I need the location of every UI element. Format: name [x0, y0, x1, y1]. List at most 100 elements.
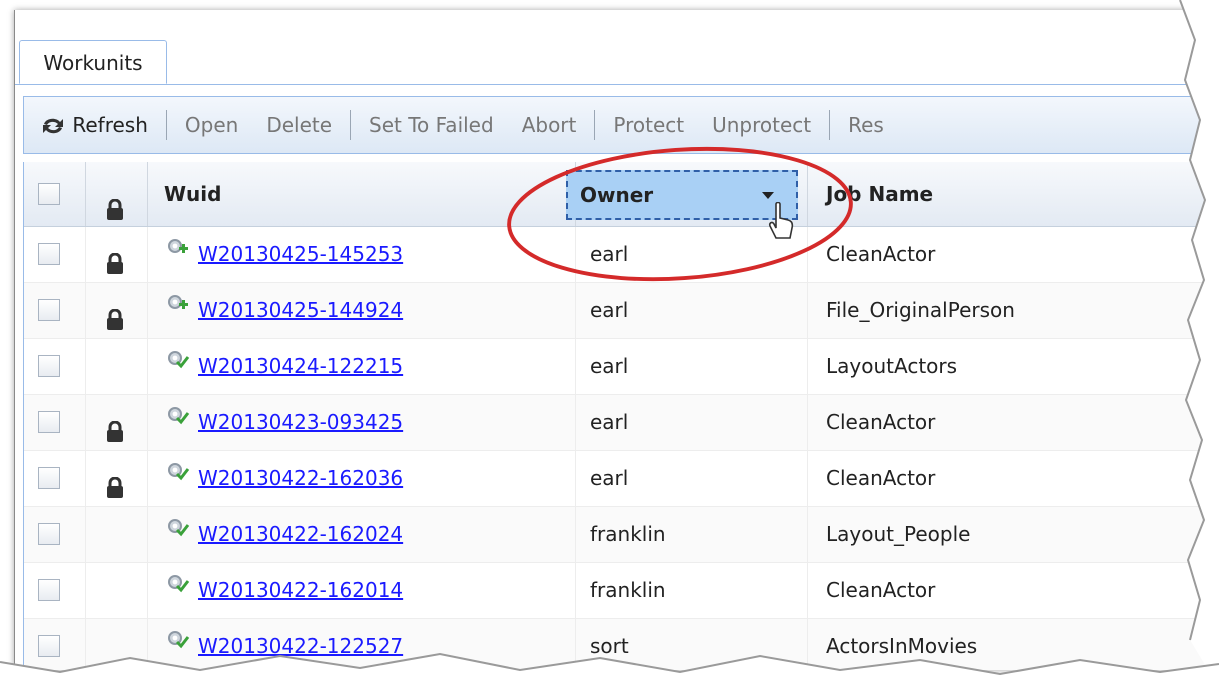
header-protected[interactable] — [86, 162, 148, 226]
row-protected-cell — [86, 451, 148, 506]
delete-button[interactable]: Delete — [252, 113, 346, 137]
row-owner: franklin — [576, 563, 808, 618]
set-to-failed-button[interactable]: Set To Failed — [355, 113, 508, 137]
row-select-cell — [24, 283, 86, 338]
header-job-name[interactable]: Job Name — [808, 162, 1219, 226]
wuid-link[interactable]: W20130425-144924 — [198, 298, 403, 322]
row-protected-cell — [86, 619, 148, 670]
workunits-grid: Wuid Job Name W20130425-145253 earl CleanA… — [23, 162, 1219, 670]
toolbar: Refresh Open Delete Set To Failed Abort … — [23, 96, 1219, 154]
row-wuid-cell: W20130422-162014 — [148, 563, 576, 618]
row-wuid-cell: W20130422-122527 — [148, 619, 576, 670]
row-select-cell — [24, 507, 86, 562]
row-select-cell — [24, 339, 86, 394]
workunits-panel: Workunits Refresh Open Delete Set To Fai… — [14, 10, 1219, 670]
refresh-button[interactable]: Refresh — [34, 113, 162, 138]
protect-button[interactable]: Protect — [599, 113, 698, 137]
row-checkbox[interactable] — [38, 243, 60, 265]
refresh-icon — [40, 115, 66, 137]
table-row[interactable]: W20130424-122215 earl LayoutActors — [24, 339, 1219, 395]
toolbar-separator — [594, 110, 596, 140]
row-owner: earl — [576, 395, 808, 450]
row-wuid-cell: W20130423-093425 — [148, 395, 576, 450]
row-checkbox[interactable] — [38, 579, 60, 601]
tab-workunits[interactable]: Workunits — [19, 40, 167, 84]
row-select-cell — [24, 619, 86, 670]
lock-icon — [106, 297, 124, 338]
row-protected-cell — [86, 507, 148, 562]
header-wuid[interactable]: Wuid — [148, 162, 576, 226]
row-checkbox[interactable] — [38, 467, 60, 489]
header-owner[interactable]: Owner — [566, 170, 798, 220]
row-job-name: CleanActor — [826, 242, 936, 266]
row-wuid-cell: W20130425-144924 — [148, 283, 576, 338]
toolbar-separator — [350, 110, 352, 140]
table-row[interactable]: W20130423-093425 earl CleanActor — [24, 395, 1219, 451]
row-select-cell — [24, 227, 86, 282]
unprotect-button[interactable]: Unprotect — [698, 113, 825, 137]
gear-complete-icon — [164, 395, 190, 448]
row-job-name: CleanActor — [826, 466, 936, 490]
wuid-link[interactable]: W20130425-145253 — [198, 242, 403, 266]
wuid-link[interactable]: W20130422-162024 — [198, 522, 403, 546]
row-checkbox[interactable] — [38, 523, 60, 545]
lock-icon — [106, 465, 124, 506]
row-owner: earl — [576, 283, 808, 338]
wuid-link[interactable]: W20130423-093425 — [198, 410, 403, 434]
wuid-link[interactable]: W20130422-122527 — [198, 634, 403, 658]
gear-running-icon — [164, 283, 190, 336]
row-protected-cell — [86, 563, 148, 618]
table-row[interactable]: W20130425-144924 earl File_OriginalPerson — [24, 283, 1219, 339]
gear-complete-icon — [164, 451, 190, 504]
abort-button[interactable]: Abort — [508, 113, 591, 137]
row-job-name: LayoutActors — [826, 354, 958, 378]
table-row[interactable]: W20130425-145253 earl CleanActor — [24, 227, 1219, 283]
wuid-link[interactable]: W20130424-122215 — [198, 354, 403, 378]
row-protected-cell — [86, 283, 148, 338]
open-button[interactable]: Open — [171, 113, 252, 137]
chevron-down-icon[interactable] — [762, 192, 774, 199]
wuid-link[interactable]: W20130422-162036 — [198, 466, 403, 490]
row-checkbox[interactable] — [38, 299, 60, 321]
refresh-label: Refresh — [72, 112, 148, 137]
row-owner: earl — [576, 339, 808, 394]
row-wuid-cell: W20130422-162036 — [148, 451, 576, 506]
row-protected-cell — [86, 395, 148, 450]
row-select-cell — [24, 563, 86, 618]
gear-running-icon — [164, 227, 190, 280]
gear-complete-icon — [164, 563, 190, 616]
mouse-pointer-icon — [769, 202, 794, 239]
gear-complete-icon — [164, 619, 190, 670]
row-protected-cell — [86, 339, 148, 394]
row-checkbox[interactable] — [38, 635, 60, 657]
row-wuid-cell: W20130422-162024 — [148, 507, 576, 562]
header-select-all — [24, 162, 86, 226]
restore-button[interactable]: Res — [834, 113, 898, 137]
row-job-name: Layout_People — [826, 522, 971, 546]
grid-rows: W20130425-145253 earl CleanActor W20130425-… — [24, 227, 1219, 670]
row-checkbox[interactable] — [38, 355, 60, 377]
row-select-cell — [24, 395, 86, 450]
row-select-cell — [24, 451, 86, 506]
lock-icon — [106, 241, 124, 282]
table-row[interactable]: W20130422-122527 sort ActorsInMovies — [24, 619, 1219, 670]
toolbar-separator — [165, 110, 167, 140]
table-row[interactable]: W20130422-162014 franklin CleanActor — [24, 563, 1219, 619]
header-owner-label: Owner — [580, 183, 654, 207]
table-row[interactable]: W20130422-162024 franklin Layout_People — [24, 507, 1219, 563]
row-wuid-cell: W20130424-122215 — [148, 339, 576, 394]
row-owner: franklin — [576, 507, 808, 562]
row-job-name: ActorsInMovies — [826, 634, 978, 658]
select-all-checkbox[interactable] — [38, 183, 60, 205]
toolbar-separator — [829, 110, 831, 140]
row-owner: sort — [576, 619, 808, 670]
row-job-name: CleanActor — [826, 578, 936, 602]
gear-complete-icon — [164, 507, 190, 560]
lock-icon — [106, 409, 124, 450]
table-row[interactable]: W20130422-162036 earl CleanActor — [24, 451, 1219, 507]
row-checkbox[interactable] — [38, 411, 60, 433]
wuid-link[interactable]: W20130422-162014 — [198, 578, 403, 602]
row-protected-cell — [86, 227, 148, 282]
tab-bar: Workunits — [15, 10, 1219, 85]
row-owner: earl — [576, 451, 808, 506]
